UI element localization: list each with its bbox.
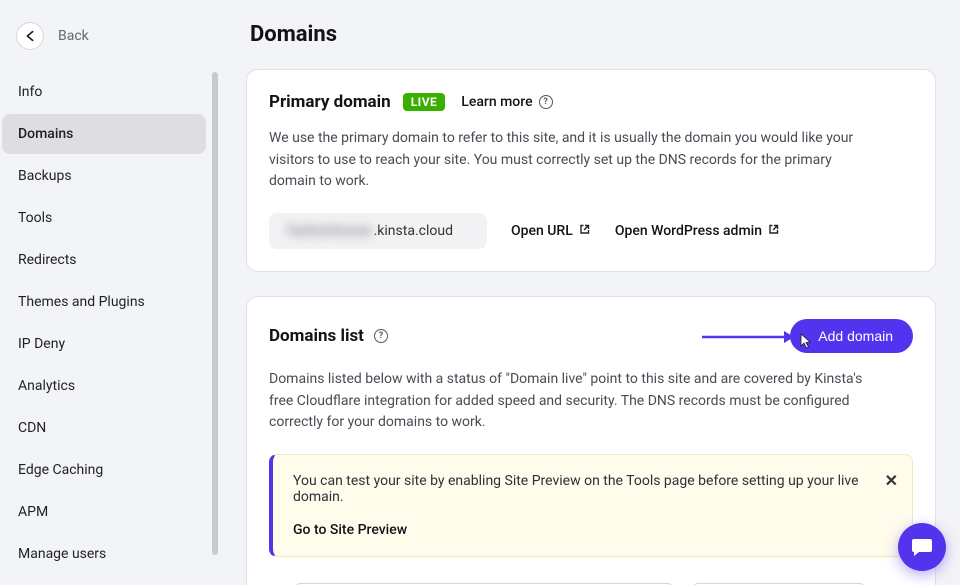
primary-domain-description: We use the primary domain to refer to th… xyxy=(269,128,869,193)
sidebar-item-apm[interactable]: APM xyxy=(2,492,206,532)
help-icon[interactable]: ? xyxy=(374,329,388,343)
live-badge: LIVE xyxy=(403,93,446,111)
sidebar-item-domains[interactable]: Domains xyxy=(2,114,206,154)
learn-more-label: Learn more xyxy=(461,94,532,110)
sidebar-nav: Info Domains Backups Tools Redirects The… xyxy=(0,70,218,573)
arrow-left-icon xyxy=(23,29,37,43)
sidebar-item-edge-caching[interactable]: Edge Caching xyxy=(2,450,206,490)
sidebar-item-backups[interactable]: Backups xyxy=(2,156,206,196)
sidebar: Back Info Domains Backups Tools Redirect… xyxy=(0,0,218,585)
open-wp-admin-link[interactable]: Open WordPress admin xyxy=(615,223,780,239)
sidebar-scrollbar[interactable] xyxy=(212,72,218,555)
chat-fab[interactable] xyxy=(898,523,946,571)
primary-domain-row: fashionhouse .kinsta.cloud Open URL Open… xyxy=(269,213,913,249)
learn-more-link[interactable]: Learn more ? xyxy=(461,94,552,110)
external-link-icon xyxy=(768,223,780,239)
sidebar-item-analytics[interactable]: Analytics xyxy=(2,366,206,406)
domains-list-card: Domains list ? Add domain Domains listed… xyxy=(246,296,936,585)
domain-hidden-part: fashionhouse xyxy=(287,223,372,239)
main-content: Domains Primary domain LIVE Learn more ?… xyxy=(236,0,946,585)
add-domain-button[interactable]: Add domain xyxy=(790,319,913,353)
sidebar-item-info[interactable]: Info xyxy=(2,72,206,112)
chat-icon xyxy=(910,535,934,559)
close-icon[interactable]: ✕ xyxy=(885,471,898,490)
primary-domain-card: Primary domain LIVE Learn more ? We use … xyxy=(246,69,936,272)
open-url-label: Open URL xyxy=(511,223,573,239)
primary-domain-title: Primary domain xyxy=(269,92,391,112)
sidebar-item-tools[interactable]: Tools xyxy=(2,198,206,238)
page-title: Domains xyxy=(250,22,936,47)
open-wp-label: Open WordPress admin xyxy=(615,223,762,239)
sidebar-item-manage-users[interactable]: Manage users xyxy=(2,534,206,573)
main-wrap: Domains Primary domain LIVE Learn more ?… xyxy=(218,0,960,585)
add-domain-label: Add domain xyxy=(818,328,893,344)
cursor-icon xyxy=(798,333,814,351)
back-row: Back xyxy=(0,12,218,70)
site-preview-notice: You can test your site by enabling Site … xyxy=(269,454,913,557)
primary-domain-header: Primary domain LIVE Learn more ? xyxy=(269,92,913,112)
domains-list-title: Domains list xyxy=(269,326,364,346)
domains-list-description: Domains listed below with a status of "D… xyxy=(269,369,889,434)
go-to-site-preview-link[interactable]: Go to Site Preview xyxy=(293,522,407,538)
external-link-icon xyxy=(579,223,591,239)
sidebar-item-cdn[interactable]: CDN xyxy=(2,408,206,448)
help-icon: ? xyxy=(539,95,553,109)
sidebar-item-themes[interactable]: Themes and Plugins xyxy=(2,282,206,322)
back-button[interactable] xyxy=(16,22,44,50)
sidebar-item-redirects[interactable]: Redirects xyxy=(2,240,206,280)
domains-list-header-left: Domains list ? xyxy=(269,326,388,346)
open-url-link[interactable]: Open URL xyxy=(511,223,591,239)
domain-visible-part: .kinsta.cloud xyxy=(374,223,453,239)
sidebar-item-ip-deny[interactable]: IP Deny xyxy=(2,324,206,364)
notice-text: You can test your site by enabling Site … xyxy=(293,473,868,505)
back-label[interactable]: Back xyxy=(58,28,89,44)
primary-domain-value: fashionhouse .kinsta.cloud xyxy=(269,213,487,249)
domains-list-header: Domains list ? Add domain xyxy=(269,319,913,353)
